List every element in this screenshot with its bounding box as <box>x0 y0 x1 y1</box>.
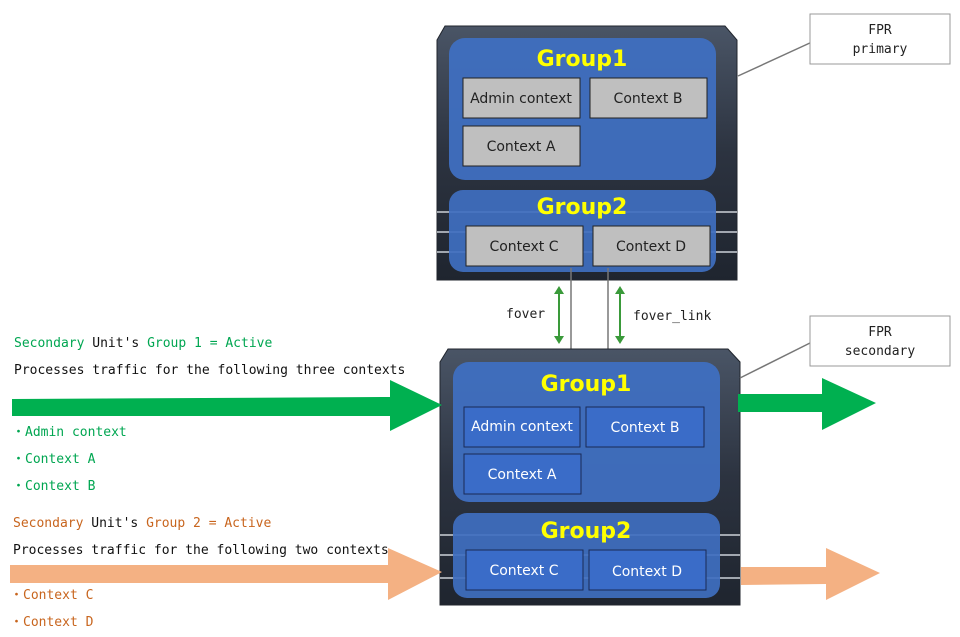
callout-line <box>739 341 813 379</box>
context-label: Context D <box>612 564 682 580</box>
secondary-group1-title: Group1 <box>541 372 632 397</box>
fpr-label-text: FPR <box>868 325 892 340</box>
fpr-label-text: primary <box>853 42 908 57</box>
group2-traffic-out-arrow <box>741 548 880 600</box>
context-label: Context C <box>489 563 558 579</box>
context-label: Context B <box>611 420 680 436</box>
group1-traffic-in-arrow <box>12 380 442 431</box>
fover-link-label: fover_link <box>633 309 711 324</box>
failover-diagram: Group1 Group2 Admin context Context B Co… <box>10 13 951 630</box>
group1-context-item: ・Admin context <box>12 425 127 440</box>
primary-group2-title: Group2 <box>537 195 628 220</box>
context-label: Context A <box>488 467 557 483</box>
group2-description: Processes traffic for the following two … <box>13 543 389 558</box>
group1-description: Processes traffic for the following thre… <box>14 363 405 378</box>
callout-line <box>737 41 813 77</box>
fover-label: fover <box>506 307 545 322</box>
primary-group1-title: Group1 <box>537 47 628 72</box>
context-label: Context C <box>489 239 558 255</box>
context-label: Context A <box>487 139 556 155</box>
group1-context-item: ・Context B <box>12 479 96 494</box>
fpr-secondary-device: Group1 Group2 Admin context Context B Co… <box>439 348 741 606</box>
context-label: Context D <box>616 239 686 255</box>
fover-link-double-arrow-icon <box>615 286 625 344</box>
group1-traffic-out-arrow <box>738 378 876 430</box>
context-label: Context B <box>614 91 683 107</box>
fover-double-arrow-icon <box>554 286 564 344</box>
context-label: Admin context <box>470 91 572 107</box>
group2-status-line: Secondary Unit's Group 2 = Active <box>13 516 271 531</box>
group1-context-item: ・Context A <box>12 452 96 467</box>
fpr-primary-device: Group1 Group2 Admin context Context B Co… <box>436 25 738 281</box>
secondary-group2-title: Group2 <box>541 519 632 544</box>
group2-context-item: ・Context D <box>10 615 94 630</box>
fpr-label-text: secondary <box>845 344 916 359</box>
group2-context-item: ・Context C <box>10 588 93 603</box>
group1-status-line: Secondary Unit's Group 1 = Active <box>14 336 272 351</box>
context-label: Admin context <box>471 419 573 435</box>
fpr-label-text: FPR <box>868 23 892 38</box>
